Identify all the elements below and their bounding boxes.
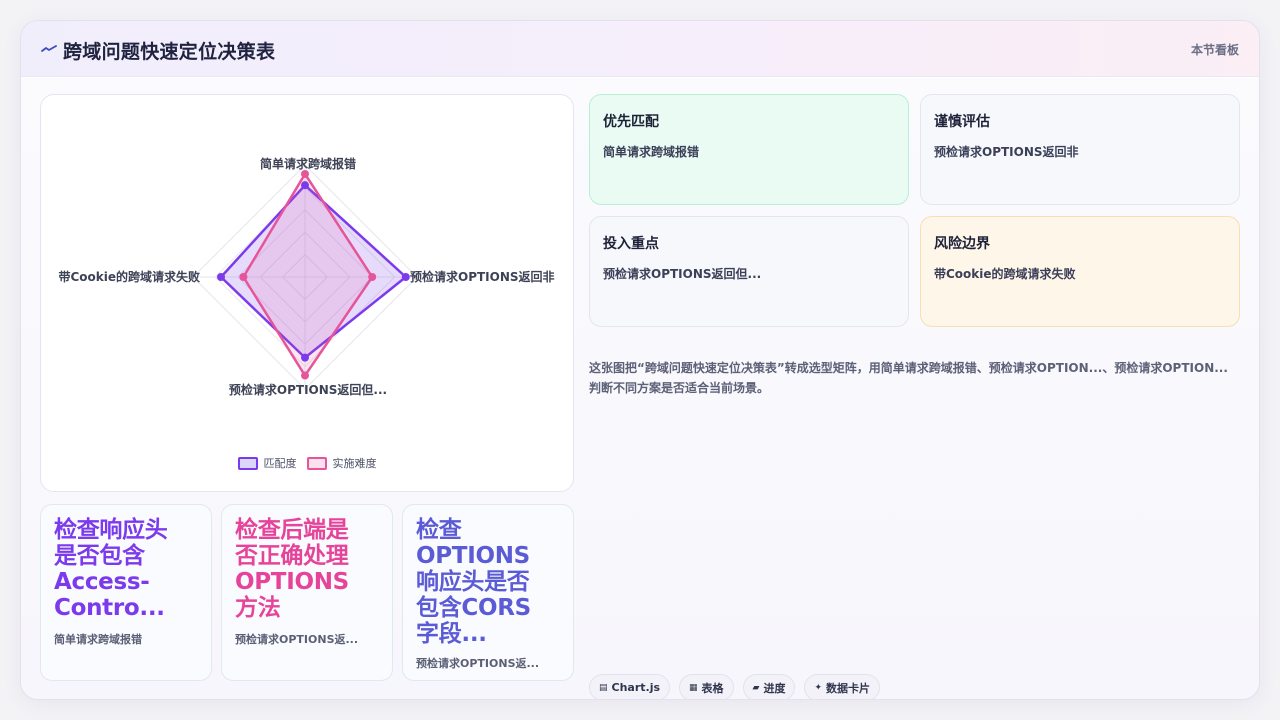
quadrant-text: 预检请求OPTIONS返回非	[934, 145, 1079, 159]
decision-panel: 跨域问题快速定位决策表 本节看板 简单请求跨域报错 预检请求OPTIONS返回非…	[20, 20, 1260, 700]
mini-card-title: 检查响应头 是否包含 Access- Contro...	[54, 517, 198, 621]
tag-progress[interactable]: ▰ 进度	[742, 674, 796, 699]
mini-card-2: 检查后端是 否正确处理 OPTIONS 方法 预检请求OPTIONS返...	[221, 504, 393, 681]
mini-title-line: 检查	[416, 517, 462, 543]
legend-item-difficulty[interactable]: 实施难度	[306, 455, 377, 471]
legend-label-match: 匹配度	[263, 457, 297, 470]
chart-legend: 匹配度 实施难度	[41, 455, 573, 471]
radar-point[interactable]	[301, 353, 309, 362]
mini-card-title: 检查后端是 否正确处理 OPTIONS 方法	[235, 517, 379, 621]
mini-title-line: 检查后端是	[235, 517, 349, 543]
tag-label: 进度	[763, 681, 786, 695]
tag-label: 数据卡片	[826, 681, 871, 695]
matrix-description: 这张图把“跨域问题快速定位决策表”转成选型矩阵，用简单请求跨域报错、预检请求OP…	[589, 361, 1228, 395]
chart-icon: ▤	[599, 682, 608, 693]
table-icon: ▦	[689, 682, 698, 693]
mini-title-line: 字段...	[416, 621, 487, 647]
legend-swatch-match	[237, 456, 258, 470]
mini-title-line: Contro...	[54, 595, 165, 621]
quadrant-title: 谨慎评估	[934, 114, 990, 130]
mini-title-line: 方法	[235, 595, 281, 621]
mini-title-line: Access-	[54, 569, 150, 595]
tech-tags: ▤ Chart.js ▦ 表格 ▰ 进度 ✦ 数据卡片	[589, 674, 881, 699]
progress-icon: ▰	[752, 682, 760, 693]
tag-chartjs[interactable]: ▤ Chart.js	[589, 674, 671, 699]
legend-item-match[interactable]: 匹配度	[237, 455, 297, 471]
mini-card-subtitle: 预检请求OPTIONS返...	[416, 657, 540, 670]
quadrant-text: 预检请求OPTIONS返回但...	[603, 267, 762, 281]
mini-card-1: 检查响应头 是否包含 Access- Contro... 简单请求跨域报错	[40, 504, 212, 681]
quadrant-risk-boundary: 风险边界 带Cookie的跨域请求失败	[920, 216, 1240, 327]
quadrant-invest-focus: 投入重点 预检请求OPTIONS返回但...	[589, 216, 909, 327]
section-board-label: 本节看板	[1190, 43, 1239, 57]
page-title: 跨域问题快速定位决策表	[63, 41, 276, 63]
panel-body: 简单请求跨域报错 预检请求OPTIONS返回非 预检请求OPTIONS返回但..…	[21, 78, 1259, 699]
mini-card-3: 检查 OPTIONS 响应头是否 包含CORS 字段... 预检请求OPTION…	[402, 504, 574, 681]
mini-card-subtitle: 预检请求OPTIONS返...	[235, 633, 359, 646]
quadrant-text: 带Cookie的跨域请求失败	[934, 267, 1076, 281]
radar-point[interactable]	[401, 273, 410, 281]
axis-label-right: 预检请求OPTIONS返回非	[410, 270, 555, 284]
quadrant-priority-match: 优先匹配 简单请求跨域报错	[589, 94, 909, 205]
mini-title-line: 否正确处理	[235, 543, 349, 569]
quadrant-text: 简单请求跨域报错	[603, 145, 700, 159]
mini-title-line: OPTIONS	[235, 569, 349, 595]
panel-header: 跨域问题快速定位决策表 本节看板	[21, 21, 1259, 77]
tag-table[interactable]: ▦ 表格	[679, 674, 734, 699]
tag-label: Chart.js	[611, 681, 661, 694]
sparkle-icon: ✦	[814, 682, 823, 693]
axis-label-top: 简单请求跨域报错	[259, 157, 356, 171]
axis-label-left: 带Cookie的跨域请求失败	[58, 270, 200, 284]
radar-point[interactable]	[301, 371, 309, 380]
mini-title-line: 是否包含	[54, 543, 145, 569]
mini-card-subtitle: 简单请求跨域报错	[54, 633, 142, 646]
radar-point[interactable]	[217, 273, 225, 281]
mini-title-line: OPTIONS	[416, 543, 530, 569]
quadrant-title: 风险边界	[934, 236, 990, 252]
mini-title-line: 包含CORS	[416, 595, 531, 621]
radar-series-difficulty	[242, 172, 374, 377]
quadrant-title: 投入重点	[603, 236, 659, 252]
mini-title-line: 响应头是否	[416, 569, 530, 595]
quadrant-cautious-evaluate: 谨慎评估 预检请求OPTIONS返回非	[920, 94, 1240, 205]
radar-chart-card: 简单请求跨域报错 预检请求OPTIONS返回非 预检请求OPTIONS返回但..…	[40, 94, 574, 492]
axis-label-bottom: 预检请求OPTIONS返回但...	[228, 383, 388, 397]
legend-label-difficulty: 实施难度	[332, 457, 377, 470]
tag-data-card[interactable]: ✦ 数据卡片	[804, 674, 881, 699]
zigzag-icon	[41, 45, 57, 52]
mini-title-line: 检查响应头	[54, 517, 168, 543]
legend-swatch-difficulty	[306, 456, 327, 470]
radar-point[interactable]	[301, 181, 309, 190]
radar-point[interactable]	[239, 273, 248, 281]
radar-point[interactable]	[368, 273, 377, 281]
tag-label: 表格	[701, 681, 724, 695]
quadrant-title: 优先匹配	[603, 114, 659, 130]
mini-card-title: 检查 OPTIONS 响应头是否 包含CORS 字段...	[416, 517, 560, 647]
